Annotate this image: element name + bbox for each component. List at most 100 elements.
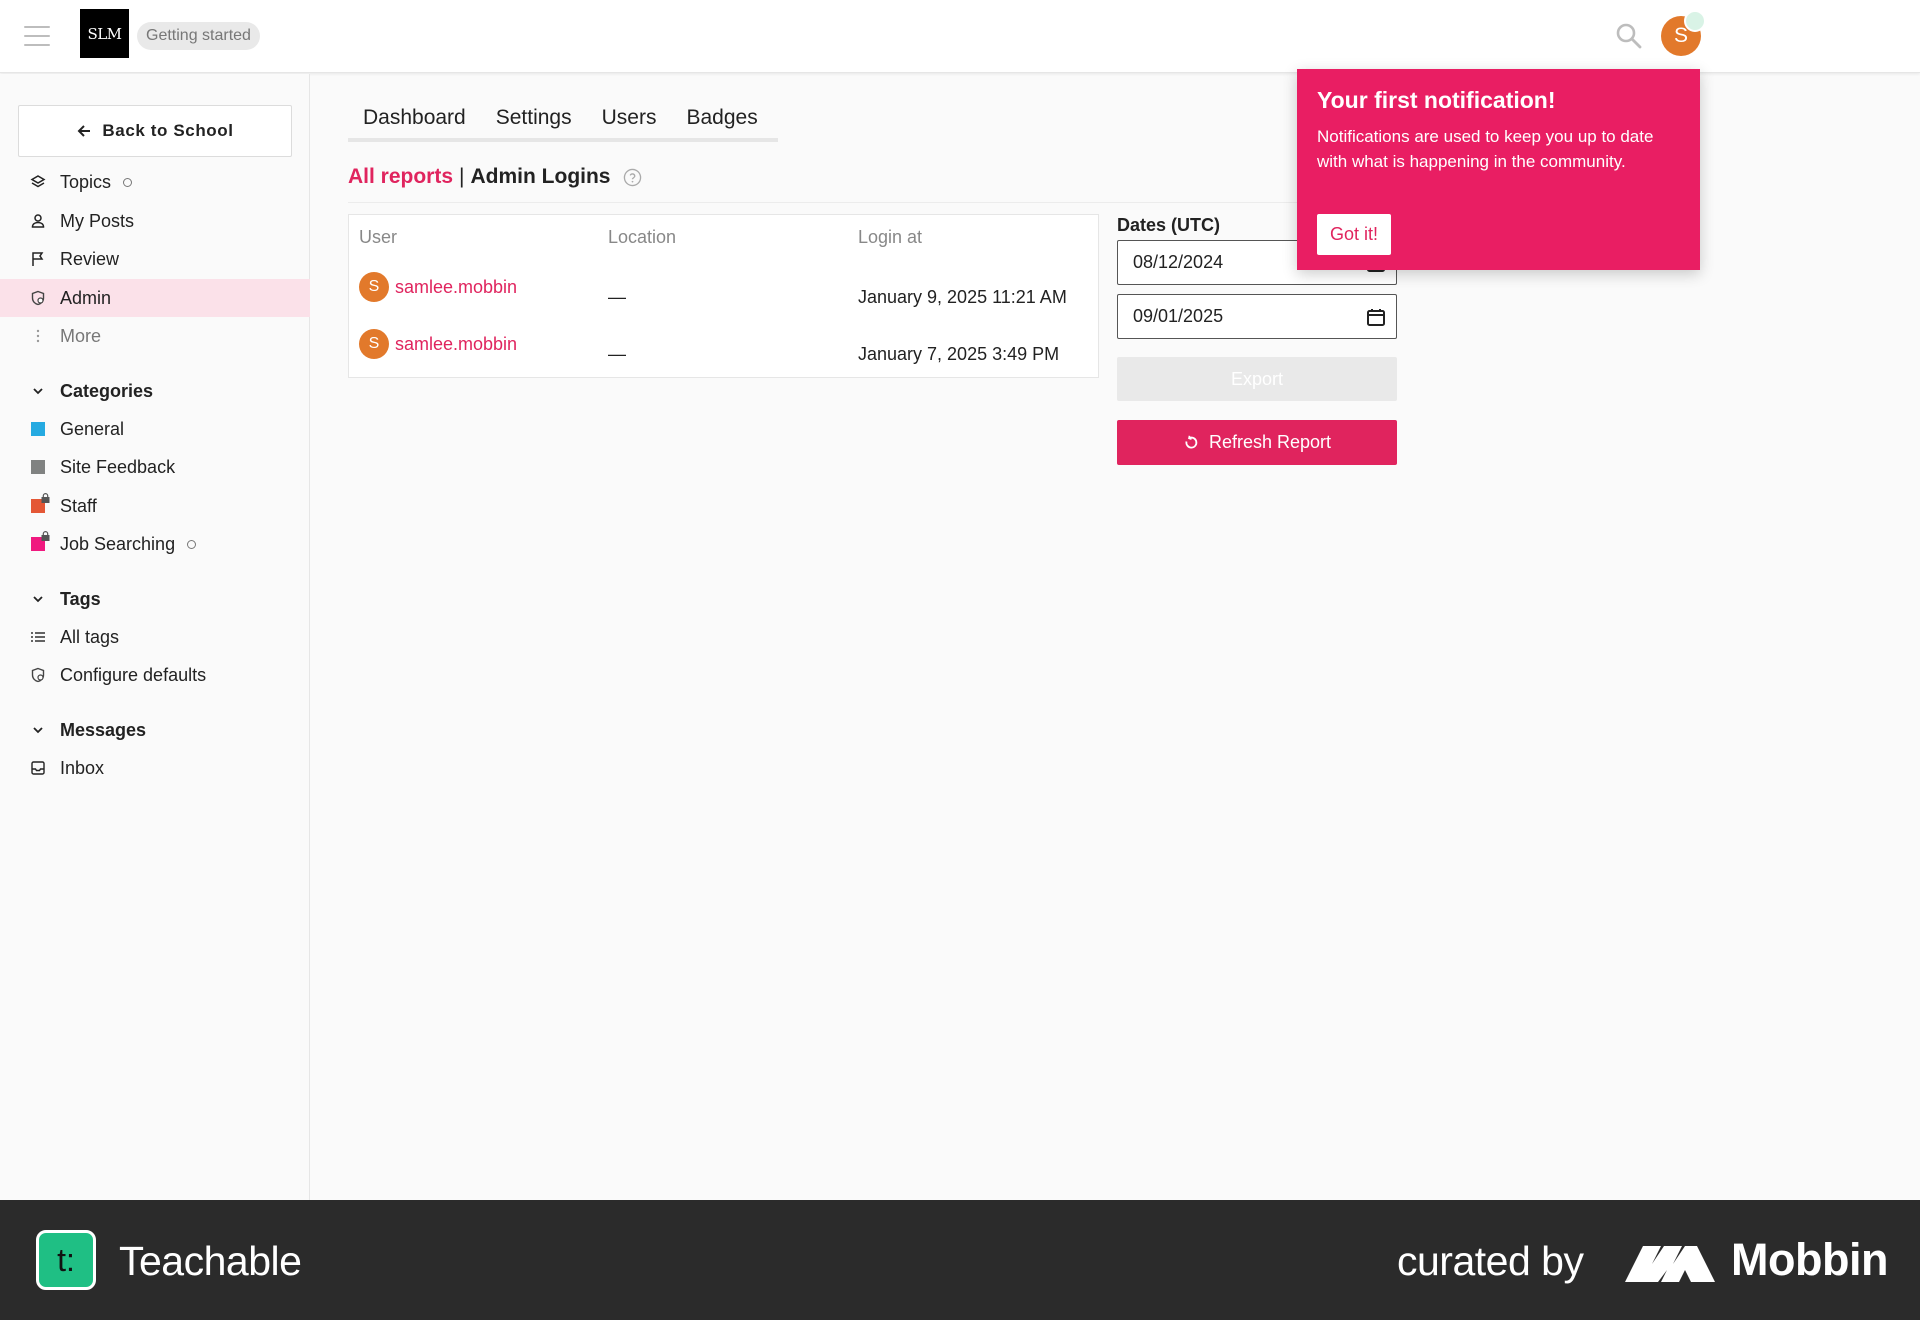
sidebar-item-admin[interactable]: Admin <box>0 279 310 317</box>
arrow-left-icon <box>77 125 91 137</box>
row-avatar[interactable]: S <box>359 272 389 302</box>
popup-body: Notifications are used to keep you up to… <box>1317 127 1654 171</box>
popup-title: Your first notification! <box>1317 87 1556 113</box>
end-date-input[interactable]: 09/01/2025 <box>1117 294 1397 339</box>
ellipsis-vertical-icon <box>36 329 40 343</box>
sidebar-item-more[interactable]: More <box>0 317 310 355</box>
sidebar-item-site-feedback[interactable]: Site Feedback <box>0 448 310 486</box>
unread-indicator <box>123 177 133 187</box>
sidebar-item-label: Job Searching <box>60 533 176 554</box>
sidebar-item-staff[interactable]: Staff <box>0 487 310 525</box>
hamburger-menu-icon[interactable] <box>24 26 50 46</box>
divider <box>348 202 1388 203</box>
section-title: Categories <box>60 380 154 401</box>
sidebar-item-label: More <box>60 325 102 346</box>
sidebar-item-review[interactable]: Review <box>0 240 310 278</box>
refresh-report-button[interactable]: Refresh Report <box>1117 420 1397 465</box>
shield-icon <box>31 290 45 306</box>
site-logo[interactable]: SLM <box>80 9 129 58</box>
sidebar-item-label: General <box>60 418 125 439</box>
brand-name: Teachable <box>119 1238 302 1284</box>
row-avatar[interactable]: S <box>359 329 389 359</box>
login-at-cell: January 9, 2025 11:21 AM <box>858 287 1067 307</box>
curator-name: Mobbin <box>1731 1234 1888 1285</box>
tab-dashboard[interactable]: Dashboard <box>348 100 481 138</box>
category-color-swatch <box>31 460 45 474</box>
back-to-school-label: Back to School <box>102 121 234 140</box>
sidebar-item-my-posts[interactable]: My Posts <box>0 202 310 240</box>
page-title: Admin Logins <box>470 165 611 188</box>
curated-by-text: curated by <box>1397 1238 1584 1284</box>
chevron-down-icon <box>33 596 43 603</box>
end-date-value: 09/01/2025 <box>1133 306 1224 326</box>
admin-tabs: Dashboard Settings Users Badges <box>348 100 778 142</box>
login-at-cell: January 7, 2025 3:49 PM <box>858 344 1060 364</box>
shield-icon <box>31 667 45 683</box>
tab-settings[interactable]: Settings <box>481 100 587 138</box>
tab-badges[interactable]: Badges <box>671 100 772 138</box>
column-header-location[interactable]: Location <box>608 227 676 248</box>
sidebar-item-topics[interactable]: Topics <box>0 163 310 201</box>
username-link[interactable]: samlee.mobbin <box>395 334 517 355</box>
category-color-swatch <box>31 531 50 551</box>
refresh-icon <box>1185 435 1198 448</box>
lock-icon <box>41 493 50 503</box>
footer-banner: t: Teachable curated by Mobbin <box>0 1200 1920 1320</box>
sidebar-item-label: My Posts <box>60 210 135 231</box>
sidebar-item-inbox[interactable]: Inbox <box>0 749 310 787</box>
sidebar-item-label: Admin <box>60 287 112 308</box>
sidebar: Back to School Topics My Posts Review Ad… <box>0 74 310 1200</box>
sidebar-item-job-searching[interactable]: Job Searching <box>0 525 310 563</box>
category-color-swatch <box>31 493 50 513</box>
sidebar-item-label: Configure defaults <box>60 664 207 685</box>
sidebar-item-label: Inbox <box>60 757 105 778</box>
unread-indicator <box>187 539 197 549</box>
breadcrumb-separator: | <box>459 165 465 188</box>
sidebar-item-configure-defaults[interactable]: Configure defaults <box>0 656 310 694</box>
export-button[interactable]: Export <box>1117 357 1397 401</box>
notification-indicator <box>1684 10 1706 32</box>
search-icon[interactable] <box>1615 22 1643 50</box>
sidebar-item-label: Site Feedback <box>60 456 176 477</box>
refresh-report-label: Refresh Report <box>1208 432 1332 452</box>
sidebar-item-label: All tags <box>60 626 120 647</box>
mobbin-logo-icon <box>1625 1246 1715 1282</box>
user-icon <box>31 214 45 228</box>
start-date-value: 08/12/2024 <box>1133 252 1224 272</box>
messages-section-toggle[interactable]: Messages <box>0 711 310 749</box>
sidebar-item-label: Staff <box>60 495 97 516</box>
tab-users[interactable]: Users <box>587 100 672 138</box>
calendar-icon[interactable] <box>1366 307 1386 327</box>
sidebar-item-all-tags[interactable]: All tags <box>0 618 310 656</box>
column-header-login-at[interactable]: Login at <box>858 227 922 248</box>
sidebar-item-general[interactable]: General <box>0 410 310 448</box>
list-icon <box>31 632 45 642</box>
layers-icon <box>30 175 46 188</box>
admin-logins-table: User Location Login at S samlee.mobbin —… <box>348 214 1099 378</box>
location-cell: — <box>608 344 626 364</box>
tags-section-toggle[interactable]: Tags <box>0 580 310 618</box>
getting-started-badge[interactable]: Getting started <box>137 22 260 50</box>
help-icon[interactable] <box>623 168 642 187</box>
inbox-icon <box>31 761 45 775</box>
username-link[interactable]: samlee.mobbin <box>395 277 517 298</box>
first-notification-popup: Your first notification! Notifications a… <box>1297 69 1700 270</box>
column-header-user[interactable]: User <box>359 227 397 248</box>
teachable-logo-icon: t: <box>36 1230 96 1290</box>
section-title: Messages <box>60 719 147 740</box>
location-cell: — <box>608 287 626 307</box>
flag-icon <box>32 252 44 266</box>
lock-icon <box>41 531 50 541</box>
sidebar-item-label: Topics <box>60 171 112 192</box>
chevron-down-icon <box>33 727 43 734</box>
got-it-button[interactable]: Got it! <box>1317 214 1392 255</box>
category-color-swatch <box>31 422 45 436</box>
report-breadcrumb: All reports | Admin Logins <box>348 165 642 189</box>
dates-label: Dates (UTC) <box>1117 215 1221 235</box>
sidebar-item-label: Review <box>60 248 120 269</box>
top-header: SLM Getting started S <box>0 0 1920 73</box>
categories-section-toggle[interactable]: Categories <box>0 372 310 410</box>
section-title: Tags <box>60 588 101 609</box>
all-reports-link[interactable]: All reports <box>348 165 453 189</box>
back-to-school-button[interactable]: Back to School <box>18 105 292 157</box>
